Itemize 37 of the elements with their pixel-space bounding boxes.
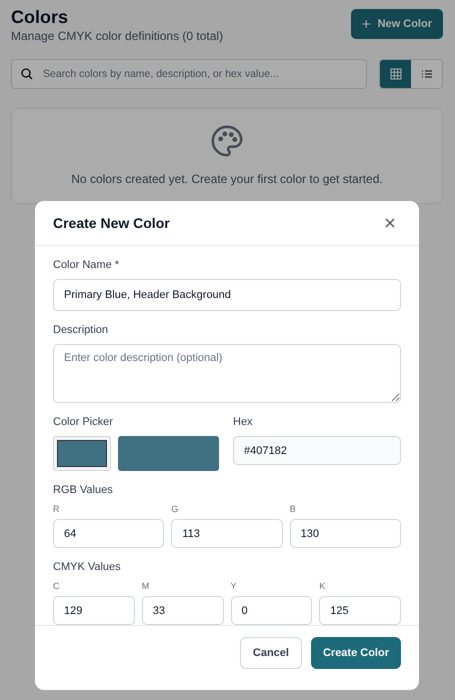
channel-label: C [53,581,60,591]
section-label: RGB Values [53,484,114,496]
channel-field[interactable]: 64 [53,519,164,548]
page-title: Colors [11,6,70,28]
grid-icon [390,68,402,80]
field-label: Color Picker [53,416,114,428]
close-icon[interactable] [385,218,395,228]
hex-field[interactable]: #407182 [233,436,401,465]
channel-field[interactable]: 33 [142,596,224,625]
color-name-field[interactable]: Primary Blue, Header Background [53,279,401,311]
channel-field[interactable]: 129 [53,596,135,625]
page-subtitle: Manage CMYK color definitions (0 total) [11,29,224,43]
search-field[interactable]: Search colors by name, description, or hex value... [11,59,367,89]
channel-field[interactable]: 0 [230,596,312,625]
grid-view-button[interactable] [380,60,411,88]
channel-label: M [142,581,150,591]
dialog-title: Create New Color [53,215,170,231]
description-field[interactable]: Enter color description (optional) [53,344,401,403]
channel-label: R [53,504,60,514]
list-icon [420,68,432,80]
channel-field[interactable]: 130 [290,519,401,548]
section-label: CMYK Values [53,561,122,573]
empty-message: No colors created yet. Create your first color to get started. [71,172,383,186]
field-label: Hex [233,416,254,428]
channel-field[interactable]: 125 [319,596,401,625]
channel-label: G [171,504,180,514]
channel-field[interactable]: 113 [171,519,283,548]
channel-label: Y [230,581,238,591]
cancel-button[interactable]: Cancel [240,637,302,669]
field-label: Description [53,324,110,336]
create-color-button[interactable]: Create Color [310,637,401,669]
channel-label: B [290,504,297,514]
new-color-button[interactable]: + New Color [350,9,443,39]
channel-label: K [319,581,326,591]
color-picker[interactable] [53,436,111,471]
field-label: Color Name * [53,259,120,271]
palette-icon [210,124,244,158]
